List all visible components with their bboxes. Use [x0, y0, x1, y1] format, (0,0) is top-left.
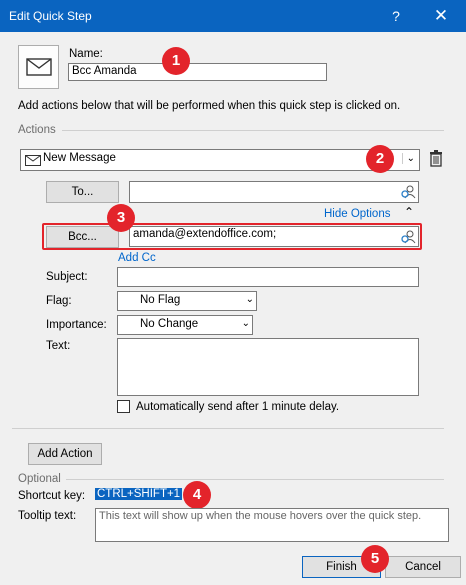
shortcut-label: Shortcut key:	[18, 490, 86, 502]
envelope-icon	[26, 58, 52, 76]
actions-group-bottom	[12, 428, 444, 429]
window-title: Edit Quick Step	[9, 9, 92, 23]
chevron-up-icon[interactable]: ⌃	[404, 205, 414, 219]
importance-select-value: No Change	[140, 318, 199, 330]
optional-group-label: Optional	[18, 473, 61, 485]
action-select-value: New Message	[43, 152, 116, 164]
name-label: Name:	[69, 48, 103, 60]
chevron-down-icon[interactable]: ⌄	[401, 153, 415, 164]
delete-icon[interactable]	[429, 150, 443, 167]
text-label: Text:	[46, 340, 71, 352]
flag-label: Flag:	[46, 295, 72, 307]
badge-2: 2	[366, 145, 394, 173]
help-button[interactable]: ?	[382, 3, 410, 29]
optional-divider	[66, 479, 444, 480]
action-select[interactable]: New Message ⌄	[20, 149, 420, 171]
flag-select[interactable]: No Flag ⌄	[117, 291, 257, 311]
badge-4: 4	[183, 481, 211, 509]
cancel-button[interactable]: Cancel	[385, 556, 461, 578]
badge-3: 3	[107, 204, 135, 232]
bcc-input[interactable]: amanda@extendoffice.com;	[129, 226, 419, 247]
auto-send-label[interactable]: Automatically send after 1 minute delay.	[136, 401, 339, 413]
tooltip-input[interactable]: This text will show up when the mouse ho…	[95, 508, 449, 542]
shortcut-select[interactable]: CTRL+SHIFT+1	[95, 488, 183, 505]
chevron-down-icon: ⌄	[245, 294, 254, 305]
importance-select[interactable]: No Change ⌄	[117, 315, 253, 335]
auto-send-checkbox[interactable]	[117, 400, 130, 413]
address-book-icon[interactable]	[400, 229, 416, 245]
tooltip-label: Tooltip text:	[18, 510, 77, 522]
chevron-down-icon: ⌄	[241, 318, 250, 329]
badge-5: 5	[361, 545, 389, 573]
title-bar: Edit Quick Step ? ✕	[0, 0, 466, 32]
importance-label: Importance:	[46, 319, 107, 331]
envelope-icon	[25, 155, 41, 166]
text-area[interactable]	[117, 338, 419, 396]
close-button[interactable]: ✕	[427, 3, 455, 29]
quick-step-icon-button[interactable]	[18, 45, 59, 89]
name-input[interactable]: Bcc Amanda	[68, 63, 327, 81]
actions-divider	[62, 130, 444, 131]
actions-group-label: Actions	[18, 124, 56, 136]
address-book-icon[interactable]	[400, 184, 416, 200]
description-text: Add actions below that will be performed…	[18, 100, 401, 112]
to-input[interactable]	[129, 181, 419, 203]
bcc-button[interactable]: Bcc...	[46, 226, 119, 248]
subject-input[interactable]	[117, 267, 419, 287]
hide-options-link[interactable]: Hide Options	[324, 208, 390, 220]
flag-select-value: No Flag	[140, 294, 181, 306]
badge-1: 1	[162, 47, 190, 75]
add-cc-link[interactable]: Add Cc	[118, 252, 156, 264]
subject-label: Subject:	[46, 271, 88, 283]
shortcut-value: CTRL+SHIFT+1	[95, 488, 183, 500]
to-button[interactable]: To...	[46, 181, 119, 203]
add-action-button[interactable]: Add Action	[28, 443, 102, 465]
